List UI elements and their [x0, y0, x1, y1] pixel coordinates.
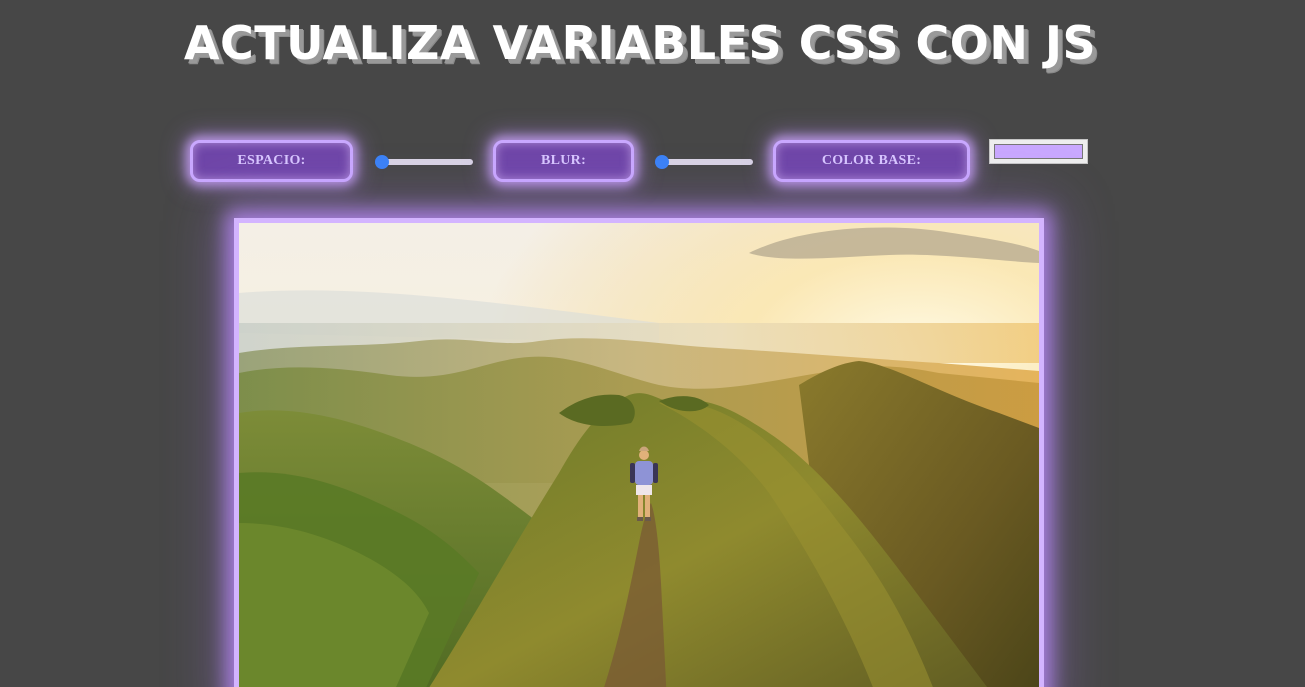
blur-slider[interactable]: [655, 155, 753, 169]
base-color-swatch[interactable]: [994, 144, 1083, 159]
base-color-label-text: COLOR BASE:: [821, 153, 922, 168]
spacing-slider[interactable]: [375, 155, 473, 169]
image-frame: [234, 218, 1044, 687]
spacing-label: ESPACIO:: [190, 140, 353, 182]
page: ACTUALIZA VARIABLES CSS CON JS ESPACIO: …: [0, 0, 1305, 687]
base-color-label: COLOR BASE:: [773, 140, 970, 182]
base-color-picker[interactable]: [989, 139, 1088, 164]
spacing-slider-thumb[interactable]: [375, 155, 389, 169]
spacing-slider-track[interactable]: [379, 159, 473, 165]
blur-slider-thumb[interactable]: [655, 155, 669, 169]
blur-slider-track[interactable]: [659, 159, 753, 165]
hiker-mountain-photo: [239, 223, 1039, 687]
blur-label: BLUR:: [493, 140, 634, 182]
page-title: ACTUALIZA VARIABLES CSS CON JS: [183, 16, 1097, 70]
blur-label-text: BLUR:: [540, 153, 587, 168]
spacing-label-text: ESPACIO:: [237, 153, 306, 168]
